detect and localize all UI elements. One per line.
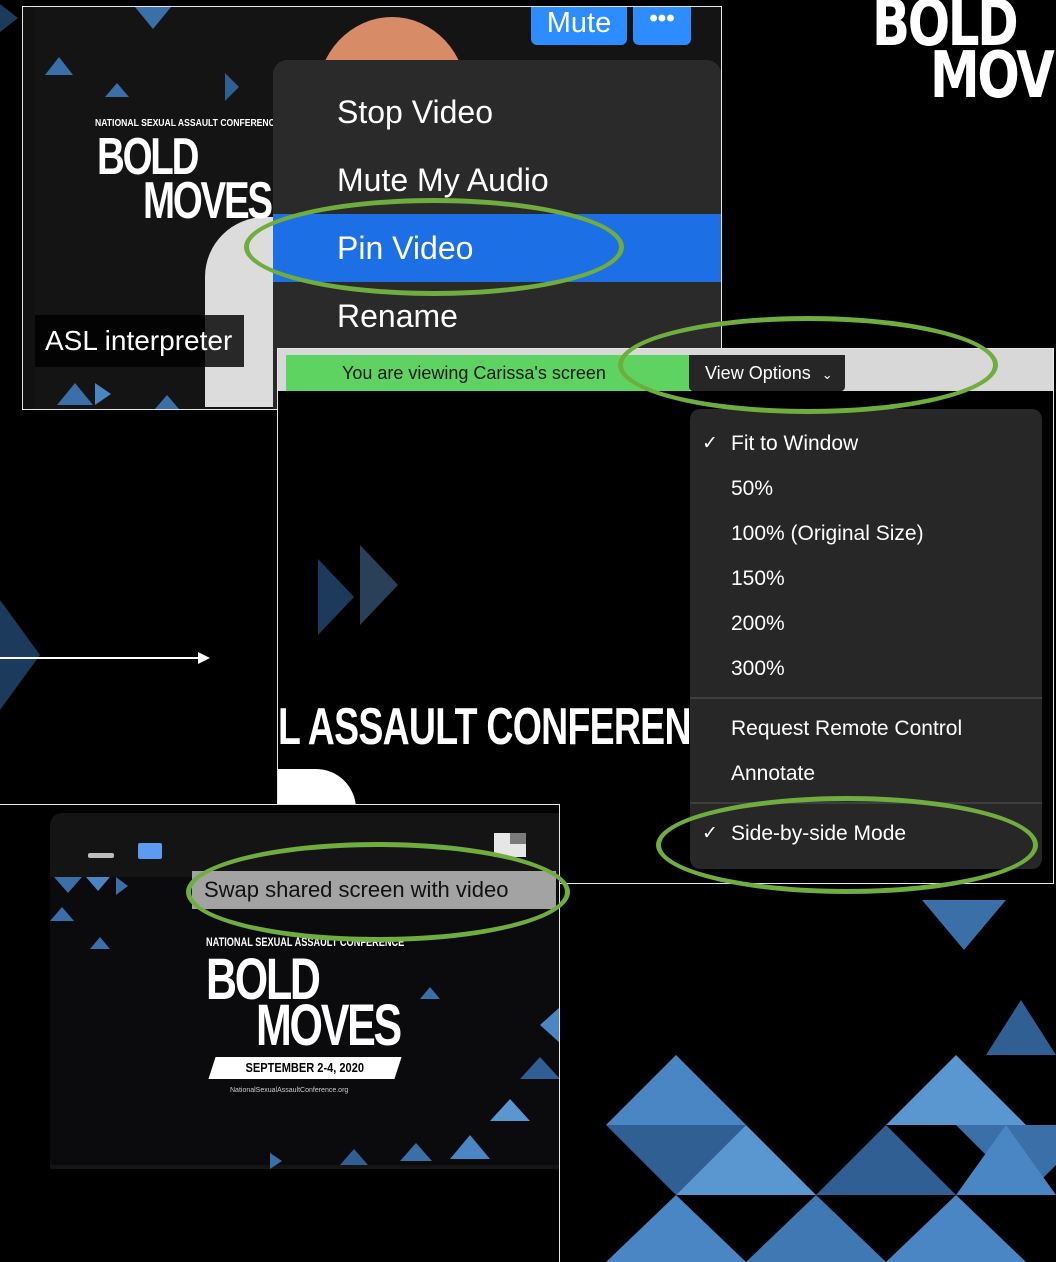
video-toggle-icon[interactable] <box>138 843 162 859</box>
conference-date: SEPTEMBER 2-4, 2020 <box>245 1060 365 1075</box>
arrow-line <box>0 657 200 659</box>
dropdown-item-annotate[interactable]: Annotate <box>690 751 1042 796</box>
logo-word-moves: MOVES <box>256 993 402 1058</box>
mute-button[interactable]: Mute <box>531 7 627 45</box>
menu-item-stop-video[interactable]: Stop Video <box>273 78 721 146</box>
tile-logo: NATIONAL SEXUAL ASSAULT CONFERENCE BOLD … <box>95 117 295 227</box>
logo-word-moves: MOVES <box>930 39 1056 110</box>
highlight-view-options <box>618 316 998 414</box>
participant-name-tag: ASL interpreter <box>35 315 245 367</box>
bold-moves-logo: BOLD MOVES <box>872 0 1056 110</box>
more-options-button[interactable]: ••• <box>633 7 691 45</box>
dropdown-item-50[interactable]: 50% <box>690 466 1042 511</box>
dropdown-item-request-remote-control[interactable]: Request Remote Control <box>690 706 1042 751</box>
dropdown-item-150[interactable]: 150% <box>690 556 1042 601</box>
logo-word-moves: MOVES <box>143 172 273 230</box>
highlight-side-by-side <box>656 796 1038 894</box>
arrow-head-icon <box>198 652 210 664</box>
minimize-icon[interactable] <box>88 853 114 858</box>
check-icon: ✓ <box>702 433 718 454</box>
dropdown-item-300[interactable]: 300% <box>690 646 1042 691</box>
dropdown-item-fit-to-window[interactable]: ✓ Fit to Window <box>690 421 1042 466</box>
dropdown-divider <box>690 697 1042 699</box>
dropdown-item-200[interactable]: 200% <box>690 601 1042 646</box>
dropdown-item-100[interactable]: 100% (Original Size) <box>690 511 1042 556</box>
conference-url: NationalSexualAssaultConference.org <box>230 1087 349 1094</box>
highlight-pin-video <box>244 198 624 296</box>
conference-date-banner: SEPTEMBER 2-4, 2020 <box>208 1057 402 1079</box>
slide-conference-text: L ASSAULT CONFERENCE <box>278 698 742 756</box>
dropdown-item-label: Fit to Window <box>731 432 859 455</box>
highlight-swap-screen <box>186 842 570 942</box>
